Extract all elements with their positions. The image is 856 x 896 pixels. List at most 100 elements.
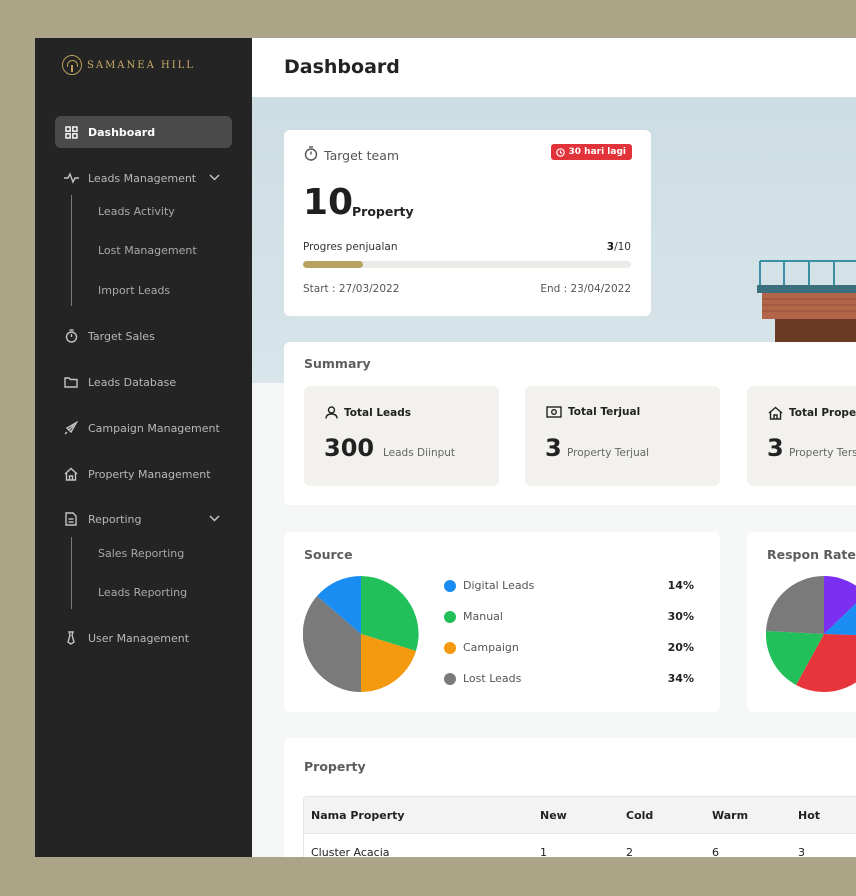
legend-label: Campaign (463, 641, 519, 654)
stat-total-leads: Total Leads 300 Leads Diinput (304, 386, 499, 486)
sidebar-item-label: Campaign Management (88, 421, 220, 435)
sidebar-subitem-lost-management[interactable]: Lost Management (98, 244, 197, 257)
stat-label: Total Leads (344, 406, 412, 419)
table-header: Nama Property New Cold Warm Hot (304, 797, 856, 834)
summary-title: Summary (304, 356, 371, 371)
sidebar-item-label: User Management (88, 631, 190, 645)
legend-dot (444, 673, 456, 685)
legend-dot (444, 611, 456, 623)
target-title-label: Target team (324, 147, 400, 163)
stat-sub: Property Tersedia (789, 447, 856, 459)
sidebar-item-label: Dashboard (88, 125, 156, 139)
legend-label: Lost Leads (463, 672, 522, 685)
stat-head: Total Leads (325, 406, 411, 419)
column-header[interactable]: Warm (712, 809, 748, 822)
sidebar: SAMANEA HILL Dashboard Leads Management … (35, 38, 252, 857)
legend-percent: 34% (667, 672, 694, 685)
sidebar-item-label: Property Management (88, 467, 211, 481)
app-window: SAMANEA HILL Dashboard Leads Management … (35, 38, 856, 857)
stat-sub: Leads Diinput (383, 447, 456, 459)
stat-value: 300 (324, 434, 375, 462)
source-title: Source (304, 547, 353, 562)
column-header[interactable]: New (540, 809, 567, 822)
tree-logo-icon (62, 55, 82, 75)
source-pie-chart (303, 576, 419, 692)
sidebar-item-reporting[interactable]: Reporting (55, 503, 232, 535)
sidebar-item-campaign-management[interactable]: Campaign Management (55, 412, 232, 444)
progress-done: 3 (606, 241, 615, 253)
progress-total: /10 (614, 241, 631, 253)
respon-rate-title: Respon Rate (767, 547, 856, 562)
main-content: Dashboard Target team 30 hari lagi 10 Pr… (252, 38, 856, 857)
stat-total-property: Total Property 3 Property Tersedia (747, 386, 856, 486)
stopwatch-icon (304, 146, 318, 164)
column-header[interactable]: Nama Property (311, 809, 405, 822)
property-card: Property Nama Property New Cold Warm Hot… (284, 738, 856, 857)
top-bar: Dashboard (252, 38, 856, 97)
target-title: Target team (304, 146, 399, 164)
legend-dot (444, 642, 456, 654)
table-cell: 2 (626, 846, 633, 857)
money-icon (546, 406, 562, 418)
respon-rate-card: Respon Rate (747, 532, 856, 712)
legend-percent: 30% (667, 610, 694, 623)
sidebar-subitem-sales-reporting[interactable]: Sales Reporting (98, 547, 184, 560)
progress-label: Progres penjualan (303, 241, 398, 253)
respon-rate-pie-chart (766, 576, 856, 692)
submenu-line (71, 537, 72, 609)
stat-label: Total Property (789, 407, 856, 419)
target-number: 10 (303, 182, 354, 223)
page-title: Dashboard (284, 56, 400, 78)
table-cell: 3 (798, 846, 805, 857)
stat-head: Total Terjual (546, 406, 640, 418)
column-header[interactable]: Hot (798, 809, 820, 822)
pie-slice (766, 576, 824, 634)
stat-head: Total Property (768, 406, 856, 420)
progress-bar-fill (303, 261, 363, 268)
sidebar-subitem-leads-reporting[interactable]: Leads Reporting (98, 586, 187, 599)
sidebar-subitem-leads-activity[interactable]: Leads Activity (98, 205, 175, 218)
property-table: Nama Property New Cold Warm Hot Cluster … (303, 796, 856, 857)
start-date: Start : 27/03/2022 (303, 283, 400, 295)
home-icon (768, 406, 783, 420)
stat-label: Total Terjual (568, 406, 641, 418)
target-unit: Property (352, 204, 414, 219)
report-icon (63, 511, 79, 527)
stat-value: 3 (767, 434, 784, 462)
sidebar-item-dashboard[interactable]: Dashboard (55, 116, 232, 148)
legend-dot (444, 580, 456, 592)
sidebar-item-label: Leads Database (88, 375, 177, 389)
source-card: Source Digital Leads 14% Manual 30% Camp… (284, 532, 720, 712)
column-header[interactable]: Cold (626, 809, 653, 822)
brand-logo[interactable]: SAMANEA HILL (62, 55, 195, 75)
legend-item: Digital Leads 14% (444, 578, 694, 594)
table-cell: 6 (712, 846, 719, 857)
sidebar-item-leads-management[interactable]: Leads Management (55, 162, 232, 194)
home-icon (63, 466, 79, 482)
sidebar-item-user-management[interactable]: User Management (55, 622, 232, 654)
table-cell: 1 (540, 846, 547, 857)
deadline-badge: 30 hari lagi (550, 144, 632, 160)
target-team-card: Target team 30 hari lagi 10 Property Pro… (284, 130, 651, 316)
stat-value: 3 (545, 434, 562, 462)
table-row[interactable]: Cluster Acacia 1 2 6 3 (304, 834, 856, 857)
chevron-down-icon (209, 171, 220, 184)
clock-icon (555, 147, 565, 157)
sidebar-subitem-import-leads[interactable]: Import Leads (98, 284, 170, 297)
summary-card: Summary Total Leads 300 Leads Diinput To… (284, 342, 856, 505)
activity-icon (63, 170, 79, 186)
sidebar-item-property-management[interactable]: Property Management (55, 458, 232, 490)
sidebar-item-target-sales[interactable]: Target Sales (55, 320, 232, 352)
stat-total-terjual: Total Terjual 3 Property Terjual (525, 386, 720, 486)
legend-percent: 14% (667, 579, 694, 592)
legend-label: Manual (463, 610, 503, 623)
table-cell: Cluster Acacia (311, 846, 390, 857)
progress-bar (303, 261, 631, 268)
stat-sub: Property Terjual (567, 447, 650, 459)
legend-item: Campaign 20% (444, 640, 694, 656)
sidebar-item-leads-database[interactable]: Leads Database (55, 366, 232, 398)
timer-icon (63, 328, 79, 344)
deadline-badge-label: 30 hari lagi (568, 147, 626, 157)
legend-item: Lost Leads 34% (444, 671, 694, 687)
user-icon (325, 406, 338, 419)
